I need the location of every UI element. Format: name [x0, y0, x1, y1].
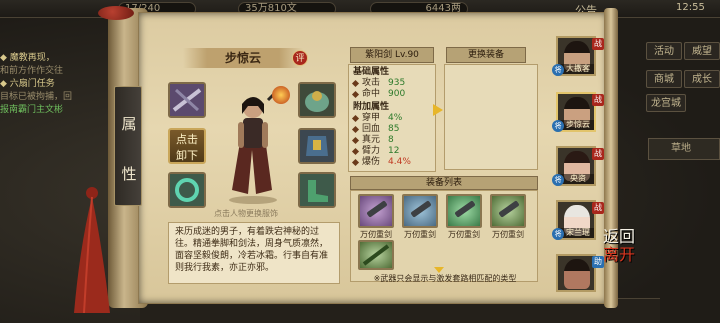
map-list-item[interactable]: 草地 — [648, 138, 720, 160]
unequip-label: 点击 — [176, 133, 198, 146]
battle-tag: 战 — [592, 94, 604, 106]
roster-hero[interactable] — [556, 254, 596, 292]
menu-shop-button[interactable]: 商城 — [646, 70, 682, 88]
equip-slot-ring[interactable] — [168, 172, 206, 208]
menu-prestige-button[interactable]: 威望 — [684, 42, 720, 60]
equip-list-title: 装备列表 — [350, 176, 538, 190]
unequip-button[interactable]: 点击 卸下 — [168, 128, 206, 164]
stat-row: 爆伤 4.4% — [351, 157, 431, 168]
equip-item-label: 万仞重剑 — [492, 230, 524, 239]
jade-ring-icon — [170, 174, 204, 206]
general-tag: 将 — [552, 120, 564, 132]
equip-slot-boots[interactable] — [298, 172, 336, 208]
unequip-label: 卸下 — [176, 149, 198, 162]
stat-row: 命中 900 — [351, 89, 431, 100]
weapon-filter-note: ※武器只会显示与激发套路相匹配的类型 — [373, 274, 517, 283]
base-stats-heading: 基础属性 — [353, 67, 390, 77]
sword-icon — [498, 200, 520, 218]
battle-tag: 战 — [592, 148, 604, 160]
hero-portrait-figure[interactable] — [218, 90, 288, 205]
sword-icon — [366, 200, 388, 218]
boots-icon — [300, 174, 334, 206]
equip-list-item[interactable] — [446, 194, 482, 228]
flute-icon — [362, 244, 390, 266]
stat-row: 真元 8 — [351, 135, 431, 146]
tab-attributes-label: 属 — [121, 115, 137, 133]
equip-item-label: 万仞重剑 — [404, 230, 436, 239]
general-tag: 将 — [552, 64, 564, 76]
stat-row: 穿甲 4% — [351, 113, 431, 124]
hero-bio: 来历成迷的男子，有着跌宕神秘的过往。精通拳脚和剑法，周身气质凛然，面容坚毅俊朗，… — [168, 222, 340, 284]
weapon-title: 紫阳剑 Lv.90 — [350, 47, 434, 63]
scroll-rod-cap — [98, 6, 134, 20]
equip-slot-helmet[interactable] — [298, 82, 336, 118]
quest-tracker[interactable]: ◆ 魔教再现， 和前方作作交往 ◆ 六扇门任务 目标已被拘捕，回 报南霸门主文彬 — [0, 52, 110, 122]
equip-list-item[interactable] — [402, 194, 438, 228]
change-outfit-hint: 点击人物更换服饰 — [214, 209, 278, 218]
equip-list-item[interactable] — [358, 240, 394, 270]
clock-text: 12:55 — [676, 2, 705, 13]
leave-label: 开 — [619, 245, 636, 264]
tassel-icon — [74, 187, 110, 314]
sword-icon — [410, 200, 432, 218]
return-label: 回 — [619, 227, 636, 246]
hero-name: 步惊云 — [224, 51, 261, 65]
general-tag: 将 — [552, 174, 564, 186]
tab-attributes-label: 性 — [121, 165, 137, 183]
return-label: 返 — [602, 227, 619, 246]
battle-tag: 战 — [592, 38, 604, 50]
change-equip-panel — [444, 64, 538, 170]
equip-list-item[interactable] — [358, 194, 394, 228]
quest-desc: 报南霸门主文彬 — [0, 105, 64, 115]
return-button[interactable]: 返回 离开 — [602, 228, 636, 298]
hero-avatar — [564, 259, 590, 289]
weapon-stats-panel: 基础属性 攻击 935 命中 900 附加属性 穿甲 4% 回血 85 真元 8 臂力 12… — [348, 64, 436, 172]
quest-desc: 目标已被拘捕，回 — [0, 92, 73, 102]
general-tag: 将 — [552, 228, 564, 240]
sword-icon — [454, 200, 476, 218]
tab-attributes[interactable]: 属 性 — [114, 86, 142, 206]
crossed-swords-icon — [170, 84, 204, 116]
equip-item-label: 万仞重剑 — [448, 230, 480, 239]
arrow-right-icon — [433, 104, 443, 116]
battle-tag: 战 — [592, 202, 604, 214]
menu-activity-button[interactable]: 活动 — [646, 42, 682, 60]
stat-row: 攻击 935 — [351, 78, 431, 89]
change-equip-title: 更换装备 — [446, 47, 526, 63]
stat-row: 臂力 12 — [351, 146, 431, 157]
menu-growth-button[interactable]: 成长 — [684, 70, 720, 88]
equip-slot-armor[interactable] — [298, 128, 336, 164]
leave-label: 离 — [602, 245, 619, 264]
quest-title: ◆ 六扇门任务 — [0, 79, 55, 89]
quest-desc: 和前方作作交往 — [0, 66, 64, 76]
equip-item-label: 万仞重剑 — [360, 230, 392, 239]
fire-skill-icon[interactable] — [272, 86, 290, 104]
extra-stats-heading: 附加属性 — [353, 102, 390, 112]
equip-list-item[interactable] — [490, 194, 526, 228]
stat-row: 回血 85 — [351, 124, 431, 135]
helmet-icon — [300, 84, 334, 116]
armor-icon — [300, 130, 334, 162]
equip-slot-weapon[interactable] — [168, 82, 206, 118]
review-button[interactable]: 评 — [292, 50, 308, 66]
menu-dragon-palace-button[interactable]: 龙宫城 — [646, 94, 686, 112]
quest-title: ◆ 魔教再现， — [0, 53, 55, 63]
